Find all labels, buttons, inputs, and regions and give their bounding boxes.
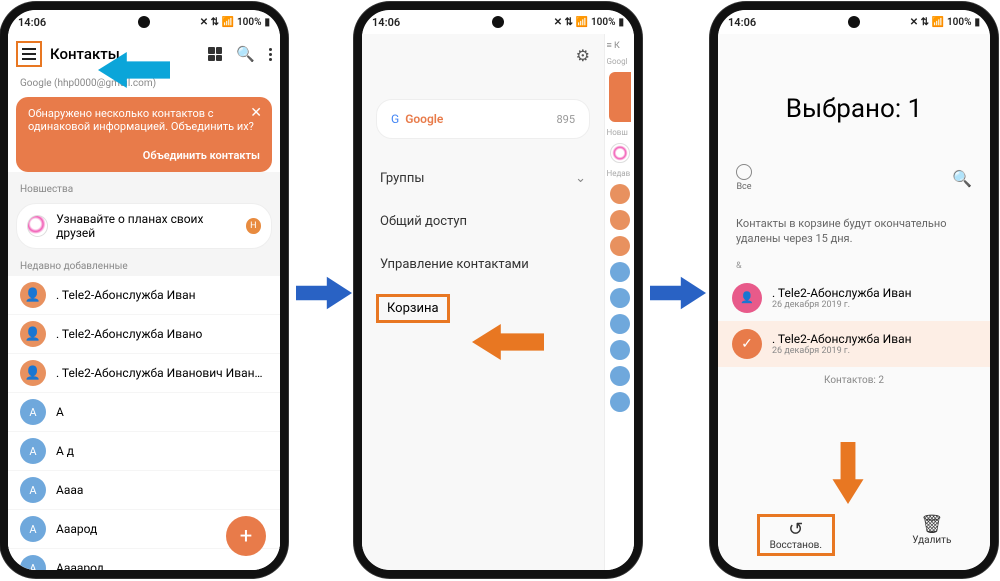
section-recent-label: Недавно добавленные [8, 253, 280, 276]
contacts-screen: Контакты 🔍 Google (hhp0000@gmail.com) Об… [8, 34, 280, 570]
status-time: 14:06 [372, 16, 400, 29]
news-avatar-icon [27, 215, 48, 237]
more-icon[interactable] [269, 48, 272, 61]
contact-avatar: 👤 [732, 283, 762, 313]
contact-row[interactable]: 👤 . Tele2-Абонслужба Ивано [8, 315, 280, 354]
search-icon[interactable]: 🔍 [236, 45, 255, 63]
google-label: Google [405, 112, 443, 126]
news-badge: Н [246, 218, 261, 234]
news-card[interactable]: Узнавайте о планах своих друзей Н [16, 203, 272, 249]
drawer-item-trash[interactable]: Корзина [376, 294, 450, 323]
restore-icon: ↺ [770, 519, 822, 540]
contact-name: . Tele2-Абонслужба Иванович Иванов К… [56, 366, 268, 380]
section-news-label: Новшества [8, 176, 280, 199]
contact-avatar: A [20, 555, 46, 570]
tutorial-arrow-trash [472, 320, 544, 364]
trash-screen: Выбрано: 1 Все 🔍 Контакты в корзине буду… [718, 34, 990, 570]
chevron-down-icon: ⌄ [575, 171, 586, 186]
merge-action-button[interactable]: Объединить контакты [28, 149, 260, 162]
peek-merge-card [609, 72, 631, 122]
letter-separator: & [718, 261, 990, 275]
trash-contact-name: . Tele2-Абонслужба Иван [772, 332, 912, 346]
camera-notch [848, 16, 860, 28]
contact-avatar: 👤 [20, 360, 46, 386]
google-count: 895 [556, 113, 575, 126]
status-time: 14:06 [18, 16, 46, 29]
bottom-action-bar: ↺ Восстанов. 🗑 Удалить [718, 508, 990, 562]
contact-name: Аааа [56, 483, 83, 497]
tutorial-arrow-hamburger [98, 48, 170, 92]
camera-notch [138, 16, 150, 28]
trash-row[interactable]: ✓ . Tele2-Абонслужба Иван26 декабря 2019 … [718, 321, 990, 367]
status-time: 14:06 [728, 16, 756, 29]
contact-avatar: A [20, 438, 46, 464]
hamburger-button[interactable] [16, 41, 42, 67]
merge-suggestion-card[interactable]: Обнаружено несколько контактов с одинако… [16, 97, 272, 172]
contact-row[interactable]: 👤 . Tele2-Абонслужба Иван [8, 276, 280, 315]
contact-name: Аааарод [56, 561, 104, 570]
contact-name: . Tele2-Абонслужба Иван [56, 288, 196, 302]
status-icons: ✕ ⇅ 📶 100% ▮ [910, 17, 980, 28]
checkmark-icon: ✓ [732, 329, 762, 359]
trash-row[interactable]: 👤 . Tele2-Абонслужба Иван26 декабря 2019 … [718, 275, 990, 321]
contact-name: A [56, 405, 64, 419]
nav-drawer: ⚙ G Google 895 Группы ⌄ Общий доступ Упр… [362, 34, 604, 570]
nav-arrow-1-2 [296, 272, 352, 314]
qr-icon[interactable] [208, 47, 222, 61]
drawer-item-manage[interactable]: Управление контактами [362, 243, 604, 286]
contact-avatar: A [20, 477, 46, 503]
contact-count: Контактов: 2 [718, 367, 990, 394]
close-icon[interactable]: ✕ [250, 105, 262, 121]
drawer-screen: ≡ К Googl Новш Недав ⚙ [362, 34, 634, 570]
google-logo-icon: G [391, 112, 399, 126]
phone-trash: 14:06 ✕ ⇅ 📶 100% ▮ Выбрано: 1 Все 🔍 Конт… [710, 2, 998, 578]
merge-text: Обнаружено несколько контактов с одинако… [28, 107, 254, 133]
camera-notch [492, 16, 504, 28]
trash-icon: 🗑 [912, 514, 951, 535]
contact-avatar: 👤 [20, 282, 46, 308]
account-card[interactable]: G Google 895 [376, 99, 590, 139]
select-all-label: Все [736, 182, 752, 192]
selection-title: Выбрано: 1 [718, 34, 990, 164]
contact-name: . Tele2-Абонслужба Ивано [56, 327, 202, 341]
contact-row[interactable]: AА д [8, 432, 280, 471]
background-peek: ≡ К Googl Новш Недав [604, 34, 634, 570]
search-icon[interactable]: 🔍 [952, 169, 972, 188]
phone-contacts: 14:06 ✕ ⇅ 📶 100% ▮ Контакты 🔍 Google (hh… [0, 2, 288, 578]
trash-list: 👤. Tele2-Абонслужба Иван26 декабря 2019 … [718, 275, 990, 367]
tutorial-arrow-restore [826, 442, 870, 504]
contact-avatar: A [20, 399, 46, 425]
phone-drawer: 14:06 ✕ ⇅ 📶 100% ▮ ≡ К Googl Новш Недав [354, 2, 642, 578]
contact-name: А д [56, 444, 74, 458]
drawer-item-groups[interactable]: Группы ⌄ [362, 157, 604, 200]
trash-contact-name: . Tele2-Абонслужба Иван [772, 286, 912, 300]
contact-row[interactable]: AA [8, 393, 280, 432]
status-icons: ✕ ⇅ 📶 100% ▮ [554, 17, 624, 28]
contact-name: Ааарод [56, 522, 97, 536]
contact-avatar: 👤 [20, 321, 46, 347]
restore-button[interactable]: ↺ Восстанов. [757, 514, 835, 556]
drawer-item-share[interactable]: Общий доступ [362, 200, 604, 243]
contact-avatar: A [20, 516, 46, 542]
add-contact-fab[interactable]: + [226, 516, 266, 556]
settings-icon[interactable]: ⚙ [362, 42, 604, 69]
trash-contact-date: 26 декабря 2019 г. [772, 346, 912, 356]
select-all-radio[interactable] [736, 164, 752, 180]
contact-row[interactable]: 👤 . Tele2-Абонслужба Иванович Иванов К… [8, 354, 280, 393]
trash-contact-date: 26 декабря 2019 г. [772, 300, 912, 310]
trash-info-text: Контакты в корзине будут окончательно уд… [718, 198, 990, 261]
nav-arrow-2-3 [650, 272, 706, 314]
status-icons: ✕ ⇅ 📶 100% ▮ [200, 17, 270, 28]
contact-row[interactable]: A Аааа [8, 471, 280, 510]
news-text: Узнавайте о планах своих друзей [56, 212, 237, 240]
delete-button[interactable]: 🗑 Удалить [912, 514, 951, 556]
